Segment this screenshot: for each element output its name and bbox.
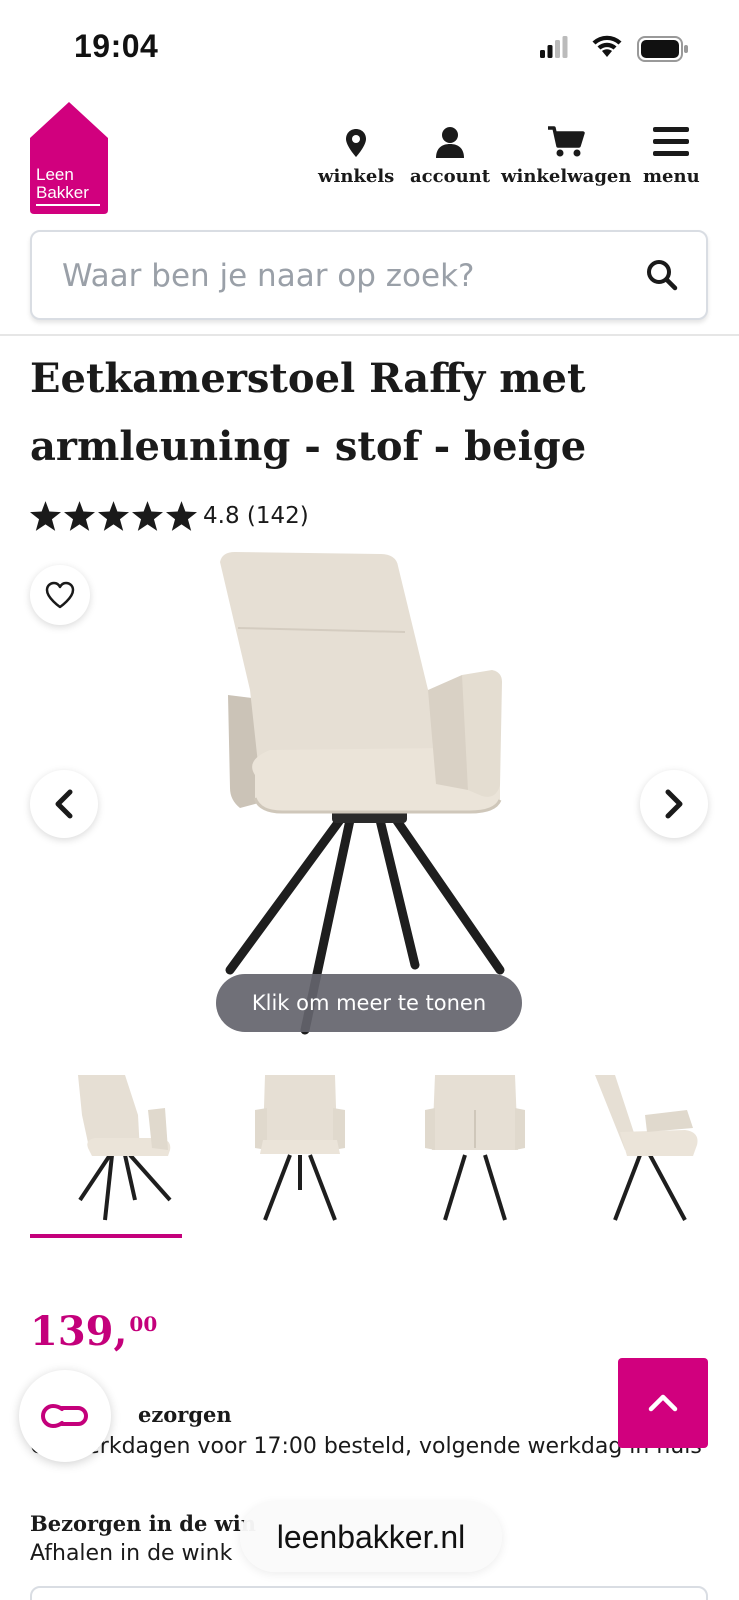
thumbnail-front[interactable] <box>225 1070 375 1230</box>
chevron-right-icon <box>665 789 683 819</box>
gallery-prev-button[interactable] <box>30 770 98 838</box>
favorite-button[interactable] <box>30 565 90 625</box>
cart-icon <box>547 122 585 158</box>
star-icon <box>98 501 129 531</box>
thumbnail-active-indicator <box>30 1234 182 1238</box>
thumbnail-strip <box>30 1070 710 1240</box>
star-icon <box>166 501 197 531</box>
user-icon <box>435 122 465 158</box>
rating-stars <box>30 501 197 531</box>
star-icon <box>132 501 163 531</box>
gallery-next-button[interactable] <box>640 770 708 838</box>
logo-line-1: Leen <box>36 165 74 184</box>
price-cents: 00 <box>129 1312 158 1336</box>
site-header: Leen Bakker winkels account winkelwagen … <box>0 100 739 220</box>
hamburger-menu-icon <box>653 122 690 158</box>
product-title: Eetkamerstoel Raffy met armleuning - sto… <box>30 355 587 470</box>
status-bar: 19:04 <box>0 0 739 90</box>
thumbnail-side[interactable] <box>575 1070 725 1230</box>
next-section-box <box>30 1586 708 1600</box>
nav-account[interactable]: account <box>410 122 490 187</box>
nav-menu-label: menu <box>643 166 700 187</box>
wifi-icon <box>592 35 622 57</box>
delivery-title: ezorgen <box>138 1402 232 1427</box>
price-whole: 139, <box>30 1308 128 1355</box>
star-icon <box>64 501 95 531</box>
search-input[interactable] <box>62 254 622 298</box>
thumbnail-front-angle[interactable] <box>50 1070 200 1230</box>
nav-cart-label: winkelwagen <box>501 166 632 187</box>
search-icon[interactable] <box>646 259 678 291</box>
nav-stores-label: winkels <box>318 166 395 187</box>
header-divider <box>0 334 739 336</box>
browser-url-bar[interactable]: leenbakker.nl <box>240 1502 502 1572</box>
product-rating[interactable]: 4.8 (142) <box>30 496 309 536</box>
thumbnail-back[interactable] <box>400 1070 550 1230</box>
battery-icon <box>637 36 688 62</box>
show-more-button[interactable]: Klik om meer te tonen <box>216 974 522 1032</box>
compare-icon <box>41 1403 88 1429</box>
nav-menu[interactable]: menu <box>643 122 700 187</box>
logo-line-2: Bakker <box>36 183 89 202</box>
chevron-up-icon <box>648 1394 678 1412</box>
logo-text: Leen Bakker <box>36 166 89 202</box>
nav-cart[interactable]: winkelwagen <box>501 122 631 187</box>
search-bar <box>30 230 708 320</box>
delivery-text: Op werkdagen voor 17:00 besteld, volgend… <box>30 1434 702 1459</box>
back-to-top-button[interactable] <box>618 1358 708 1448</box>
rating-text: 4.8 (142) <box>203 503 309 529</box>
map-pin-icon <box>345 122 367 158</box>
signal-icon <box>540 36 568 58</box>
nav-account-label: account <box>410 166 491 187</box>
nav-stores[interactable]: winkels <box>318 122 394 187</box>
delivery-info: ezorgen Op werkdagen voor 17:00 besteld,… <box>30 1400 720 1462</box>
star-icon <box>30 501 61 531</box>
product-price: 139, 00 <box>30 1308 157 1355</box>
status-time: 19:04 <box>74 28 159 64</box>
heart-icon <box>45 581 75 609</box>
chevron-left-icon <box>55 789 73 819</box>
compare-button[interactable] <box>19 1370 111 1462</box>
